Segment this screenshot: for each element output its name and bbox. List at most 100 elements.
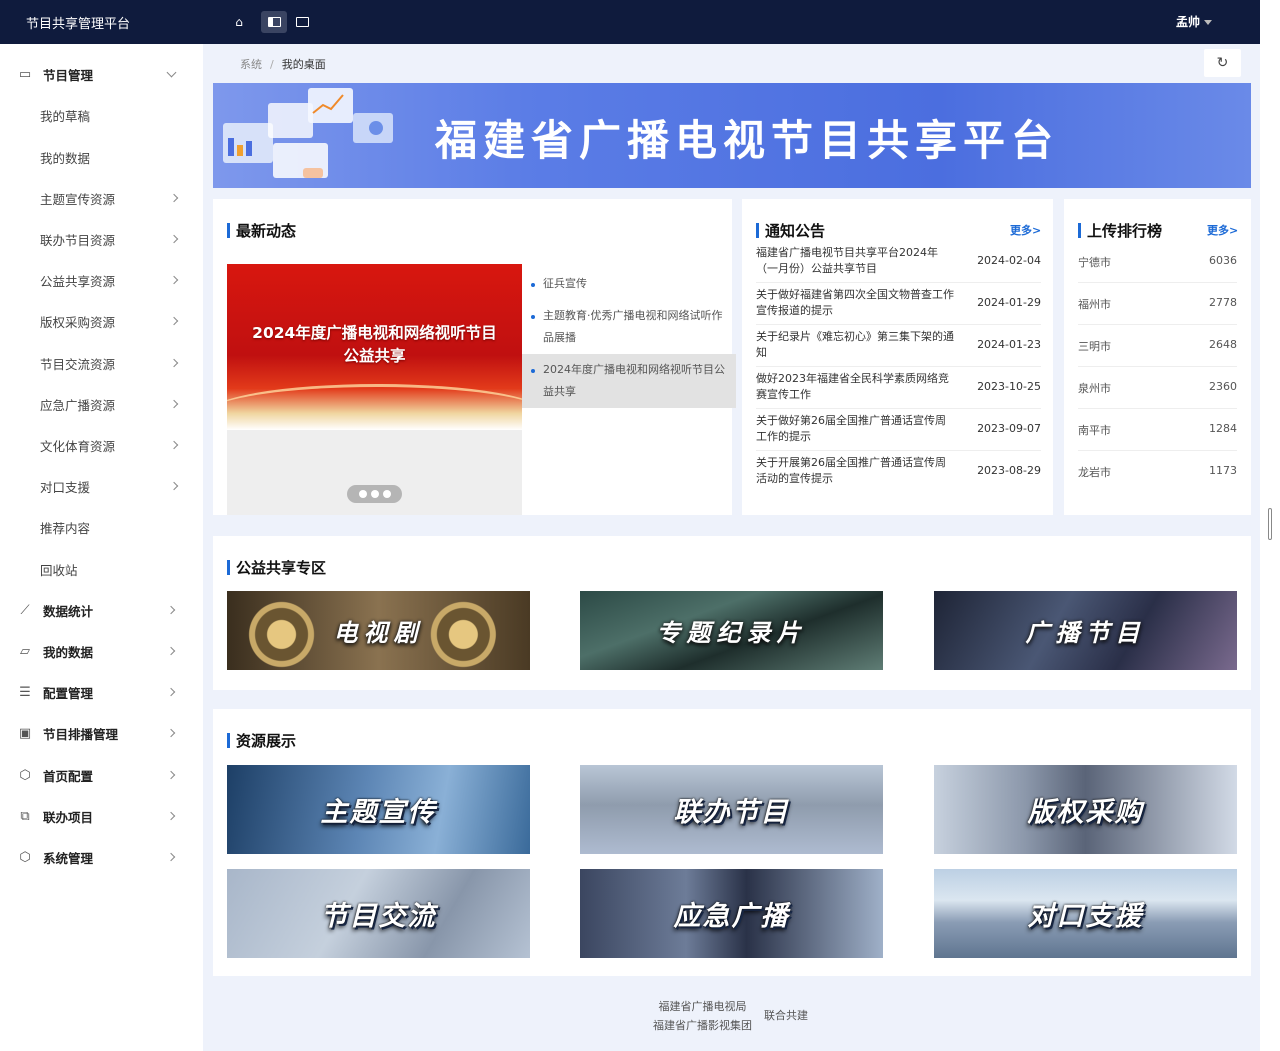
footer-suffix: 联合共建 <box>764 1009 808 1022</box>
ranking-card: 上传排行榜 更多> 宁德市 6036 福州市 2778 三明市 2648 泉州市 236… <box>1064 199 1251 515</box>
sidebar-group-schedule[interactable]: ▣ 节目排播管理 <box>0 714 203 752</box>
ranking-value: 2648 <box>1209 338 1237 351</box>
sidebar-group-label: 联办项目 <box>43 809 94 825</box>
chevron-right-icon <box>166 646 176 656</box>
news-carousel-image[interactable]: 2024年度广播电视和网络视听节目 公益共享 <box>227 264 522 430</box>
sidebar-group-joint-project[interactable]: ⧉ 联办项目 <box>0 797 203 835</box>
program-icon: ▭ <box>18 66 32 82</box>
sidebar-item-recommend[interactable]: 推荐内容 <box>0 508 203 546</box>
chevron-right-icon <box>166 852 176 862</box>
list-icon: ☰ <box>19 684 31 700</box>
tile-label: 节目交流 <box>320 901 437 932</box>
tile-exchange[interactable]: 节目交流 <box>227 869 530 958</box>
chevron-right-icon <box>169 399 179 409</box>
sidebar-group-config[interactable]: ☰ 配置管理 <box>0 673 203 711</box>
ranking-city: 泉州市 <box>1078 382 1111 395</box>
carousel-dot[interactable] <box>358 490 367 498</box>
public-share-card: 公益共享专区 电视剧 专题纪录片 广播节目 <box>213 536 1251 690</box>
sidebar-item-emergency[interactable]: 应急广播资源 <box>0 385 203 423</box>
notice-row[interactable]: 福建省广播电视节目共享平台2024年（一月份）公益共享节目 2024-02-04 <box>756 241 1041 283</box>
notice-row[interactable]: 关于做好福建省第四次全国文物普查工作宣传报道的提示 2024-01-29 <box>756 283 1041 325</box>
notice-row[interactable]: 做好2023年福建省全民科学素质网络竞赛宣传工作 2023-10-25 <box>756 367 1041 409</box>
notice-row[interactable]: 关于纪录片《难忘初心》第三集下架的通知 2024-01-23 <box>756 325 1041 367</box>
window-scrollbar[interactable] <box>1268 508 1272 540</box>
sidebar-item-label: 回收站 <box>40 562 78 578</box>
carousel-dot[interactable] <box>370 490 379 498</box>
ranking-more-link[interactable]: 更多> <box>1207 222 1238 238</box>
notice-more-link[interactable]: 更多> <box>1010 222 1041 238</box>
refresh-button[interactable]: ↻ <box>1204 49 1241 77</box>
carousel-dot[interactable] <box>382 490 391 498</box>
ranking-row: 泉州市 2360 <box>1078 367 1237 409</box>
ranking-city: 南平市 <box>1078 424 1111 437</box>
sidebar-item-label: 文化体育资源 <box>40 438 116 454</box>
sidebar-item-support[interactable]: 对口支援 <box>0 467 203 505</box>
news-title: 最新动态 <box>227 220 296 241</box>
carousel-indicator[interactable] <box>347 485 402 503</box>
chevron-right-icon <box>169 440 179 450</box>
news-item[interactable]: 征兵宣传 <box>522 268 736 300</box>
news-item[interactable]: 主题教育·优秀广播电视和网络试听作品展播 <box>522 300 736 354</box>
sidebar-group-system[interactable]: ⬡ 系统管理 <box>0 838 203 876</box>
news-item-active[interactable]: 2024年度广播电视和网络视听节目公益共享 <box>522 354 736 408</box>
sidebar-item-public[interactable]: 公益共享资源 <box>0 261 203 299</box>
app-title: 节目共享管理平台 <box>26 17 131 32</box>
sidebar-item-theme[interactable]: 主题宣传资源 <box>0 179 203 217</box>
sidebar-item-label: 推荐内容 <box>40 520 91 536</box>
breadcrumb-root[interactable]: 系统 <box>240 58 262 71</box>
sidebar-item-recycle[interactable]: 回收站 <box>0 550 203 588</box>
tile-tv-drama[interactable]: 电视剧 <box>227 591 530 670</box>
chevron-right-icon <box>169 275 179 285</box>
sidebar-item-exchange[interactable]: 节目交流资源 <box>0 344 203 382</box>
top-bar: 节目共享管理平台 ⌂ 孟帅 <box>0 0 1260 44</box>
user-menu[interactable]: 孟帅 <box>1176 13 1212 30</box>
folder-icon: ▱ <box>20 643 30 659</box>
image-decoration <box>227 384 522 430</box>
breadcrumb-separator: / <box>270 58 274 71</box>
tile-label: 专题纪录片 <box>656 619 807 647</box>
calendar-icon: ▣ <box>18 725 32 741</box>
ranking-city: 福州市 <box>1078 298 1111 311</box>
sidebar-item-joint[interactable]: 联办节目资源 <box>0 220 203 258</box>
notice-row[interactable]: 关于开展第26届全国推广普通话宣传周活动的宣传提示 2023-08-29 <box>756 451 1041 493</box>
layout-full-icon[interactable] <box>290 11 314 33</box>
tile-emergency[interactable]: 应急广播 <box>580 869 883 958</box>
notice-date: 2024-01-29 <box>977 296 1041 309</box>
sidebar-item-label: 我的数据 <box>40 150 91 166</box>
banner: 福建省广播电视节目共享平台 <box>213 83 1251 188</box>
notice-text: 福建省广播电视节目共享平台2024年（一月份）公益共享节目 <box>756 246 938 275</box>
tile-support[interactable]: 对口支援 <box>934 869 1237 958</box>
sidebar-item-my-data[interactable]: 我的数据 <box>0 138 203 176</box>
chevron-down-icon <box>1204 20 1212 25</box>
tile-joint[interactable]: 联办节目 <box>580 765 883 854</box>
sidebar-group-mydata[interactable]: ▱ 我的数据 <box>0 632 203 670</box>
chevron-right-icon <box>169 316 179 326</box>
chevron-right-icon <box>166 728 176 738</box>
layout-split-icon[interactable] <box>261 11 287 33</box>
sidebar-item-culture[interactable]: 文化体育资源 <box>0 426 203 464</box>
notice-date: 2024-02-04 <box>977 254 1041 267</box>
notice-text: 做好2023年福建省全民科学素质网络竞赛宣传工作 <box>756 372 949 401</box>
sidebar-group-program[interactable]: ▭ 节目管理 <box>0 55 203 93</box>
tile-radio[interactable]: 广播节目 <box>934 591 1237 670</box>
tile-theme[interactable]: 主题宣传 <box>227 765 530 854</box>
tile-documentary[interactable]: 专题纪录片 <box>580 591 883 670</box>
sidebar-group-stats[interactable]: ⟋ 数据统计 <box>0 591 203 629</box>
home-icon[interactable]: ⌂ <box>229 11 249 33</box>
app-root: 节目共享管理平台 ⌂ 孟帅 ▭ 节目管理 我的草稿 我的数据 主题宣传资源 联办… <box>0 0 1280 1051</box>
sidebar-group-label: 节目排播管理 <box>43 726 119 742</box>
sidebar-item-copyright[interactable]: 版权采购资源 <box>0 302 203 340</box>
footer-orgs: 福建省广播电视局 福建省广播影视集团 <box>653 997 752 1035</box>
sidebar-group-home-config[interactable]: ⬡ 首页配置 <box>0 756 203 794</box>
footer-org-2: 福建省广播影视集团 <box>653 1019 752 1032</box>
notice-row[interactable]: 关于做好第26届全国推广普通话宣传周工作的提示 2023-09-07 <box>756 409 1041 451</box>
sidebar-item-label: 公益共享资源 <box>40 273 116 289</box>
sidebar-group-label: 数据统计 <box>43 603 94 619</box>
sidebar-item-label: 版权采购资源 <box>40 314 116 330</box>
tile-copyright[interactable]: 版权采购 <box>934 765 1237 854</box>
ranking-row: 南平市 1284 <box>1078 409 1237 451</box>
ranking-value: 2778 <box>1209 296 1237 309</box>
notice-date: 2023-08-29 <box>977 464 1041 477</box>
sidebar-item-draft[interactable]: 我的草稿 <box>0 96 203 134</box>
notice-title: 通知公告 <box>756 220 825 241</box>
